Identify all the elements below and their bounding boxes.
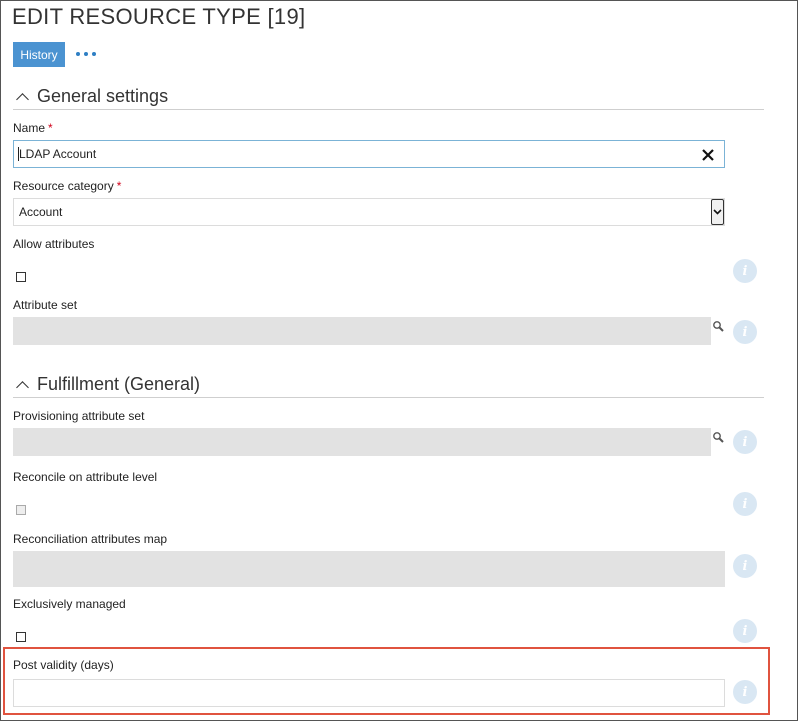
history-button[interactable]: History [13,42,65,67]
resource-category-value: Account [19,205,63,219]
name-label: Name * [13,121,53,135]
close-icon[interactable] [700,147,716,163]
section-title: Fulfillment (General) [37,373,201,394]
name-input-value: LDAP Account [19,147,97,161]
section-fulfillment-general[interactable]: Fulfillment (General) [13,371,764,398]
page-title: EDIT RESOURCE TYPE [19] [12,4,306,29]
chevron-up-icon [16,92,29,106]
post-validity-input[interactable] [13,679,725,707]
chevron-up-icon [16,380,29,394]
reconciliation-attributes-map-label: Reconciliation attributes map [13,532,168,546]
info-icon[interactable]: i [733,554,757,578]
info-icon[interactable]: i [733,259,757,283]
allow-attributes-label: Allow attributes [13,237,95,251]
info-icon[interactable]: i [733,430,757,454]
chevron-down-icon[interactable] [711,199,724,225]
section-title: General settings [37,85,169,106]
attribute-set-label: Attribute set [13,298,78,312]
provisioning-attribute-set-label: Provisioning attribute set [13,409,145,423]
exclusively-managed-label: Exclusively managed [13,597,126,611]
post-validity-label: Post validity (days) [13,658,114,672]
allow-attributes-checkbox[interactable] [16,272,26,282]
resource-category-select[interactable]: Account [13,198,725,226]
info-icon[interactable]: i [733,320,757,344]
attribute-set-input [13,317,711,345]
name-input[interactable]: LDAP Account [13,140,725,168]
resource-category-label: Resource category * [13,179,122,193]
search-icon[interactable] [712,320,726,334]
search-icon[interactable] [712,431,726,445]
exclusively-managed-checkbox[interactable] [16,632,26,642]
reconcile-on-attribute-level-checkbox [16,505,26,515]
info-icon[interactable]: i [733,492,757,516]
provisioning-attribute-set-input [13,428,711,456]
section-general-settings[interactable]: General settings [13,83,764,110]
info-icon[interactable]: i [733,619,757,643]
reconcile-on-attribute-level-label: Reconcile on attribute level [13,470,158,484]
reconciliation-attributes-map-input [13,551,725,587]
more-options-icon[interactable] [76,46,96,62]
info-icon[interactable]: i [733,680,757,704]
